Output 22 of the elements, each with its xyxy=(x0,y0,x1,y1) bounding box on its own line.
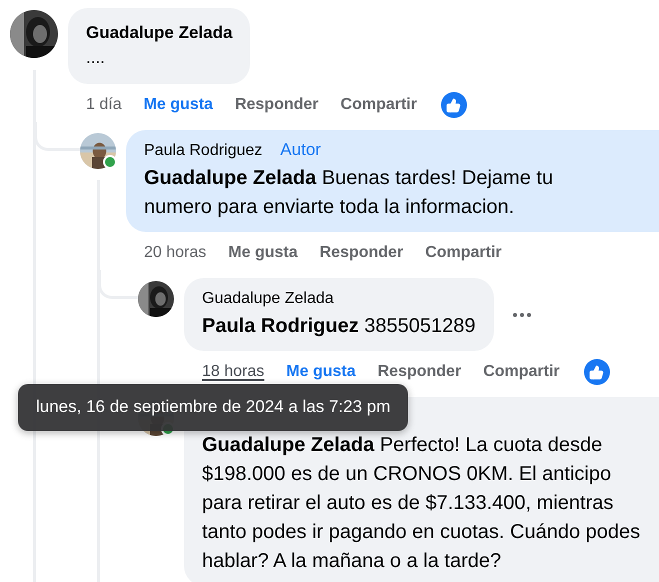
timestamp-link[interactable]: 18 horas xyxy=(202,363,264,381)
share-button[interactable]: Compartir xyxy=(425,244,502,262)
author-label: Autor xyxy=(280,140,321,160)
author-name[interactable]: Paula Rodriguez xyxy=(144,138,262,164)
reply-button[interactable]: Responder xyxy=(234,96,319,114)
comment-text: Guadalupe Zelada Perfecto! La cuota desde $198.000 es de un CRONOS 0KM. El anticipo para retirar el auto es de $7.133.400, mientras tanto podes ir pagando en cuotas. Cuándo podes hablar? A la mañana o a la tarde? xyxy=(202,433,642,574)
share-button[interactable]: Compartir xyxy=(483,363,560,381)
comment-text: .... xyxy=(86,47,106,69)
share-button[interactable]: Compartir xyxy=(340,96,417,114)
comment-text: Guadalupe Zelada Buenas tardes! Dejame tu numero para enviarte toda la informacion. xyxy=(144,166,554,220)
timestamp-link[interactable]: 20 horas xyxy=(144,244,206,262)
reply-button[interactable]: Responder xyxy=(320,244,404,262)
like-button[interactable]: Me gusta xyxy=(286,363,356,381)
author-name[interactable]: Guadalupe Zelada xyxy=(86,20,232,46)
like-button[interactable]: Me gusta xyxy=(144,96,213,114)
more-options-icon[interactable] xyxy=(512,312,532,318)
like-button[interactable]: Me gusta xyxy=(228,244,298,262)
author-name[interactable]: Guadalupe Zelada xyxy=(202,286,334,312)
reply-button[interactable]: Responder xyxy=(378,363,462,381)
date-tooltip: lunes, 16 de septiembre de 2024 a las 7:23 pm xyxy=(18,384,408,431)
comment-text: Paula Rodriguez 3855051289 xyxy=(202,314,476,339)
timestamp-link[interactable]: 1 día xyxy=(86,96,122,114)
